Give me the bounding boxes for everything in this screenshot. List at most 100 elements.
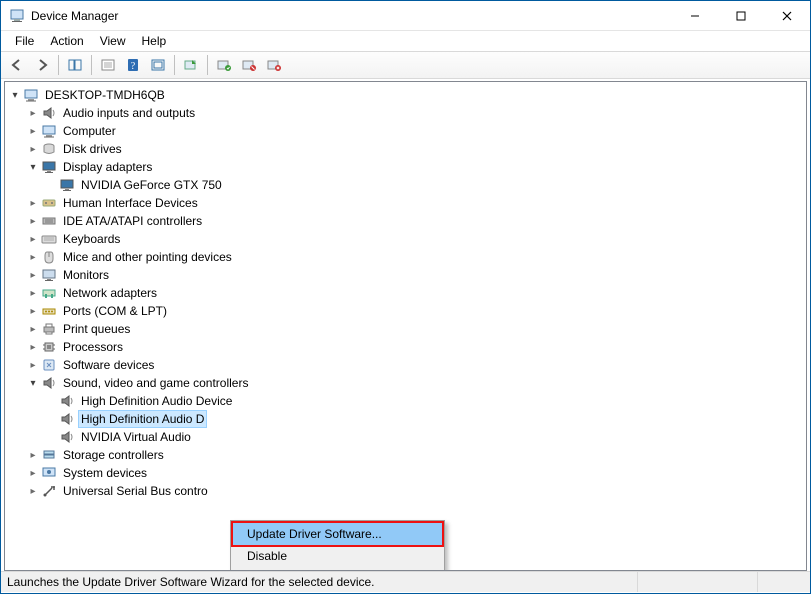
tree-node[interactable]: ▾ Sound, video and game controllers xyxy=(5,374,806,392)
ide-icon xyxy=(41,213,57,229)
chevron-right-icon[interactable]: ▸ xyxy=(27,215,39,227)
tree-node[interactable]: ▸ Processors xyxy=(5,338,806,356)
chevron-right-icon[interactable]: ▸ xyxy=(27,467,39,479)
tree-node[interactable]: ▸ Keyboards xyxy=(5,230,806,248)
tree-node-label: Network adapters xyxy=(61,285,159,301)
chevron-right-icon[interactable]: ▸ xyxy=(27,197,39,209)
context-menu-item[interactable]: Update Driver Software... xyxy=(233,523,442,545)
app-icon xyxy=(9,8,25,24)
maximize-button[interactable] xyxy=(718,1,764,31)
speaker-icon xyxy=(59,411,75,427)
toolbar-scan-button[interactable] xyxy=(179,54,203,76)
tree-node[interactable]: ▸ Print queues xyxy=(5,320,806,338)
chevron-right-icon[interactable]: ▸ xyxy=(27,449,39,461)
tree-node[interactable]: High Definition Audio Device xyxy=(5,392,806,410)
tree-node[interactable]: ▸ Human Interface Devices xyxy=(5,194,806,212)
tree-node[interactable]: ▸ System devices xyxy=(5,464,806,482)
menu-view[interactable]: View xyxy=(92,32,134,50)
usb-icon xyxy=(41,483,57,499)
chevron-right-icon[interactable]: ▸ xyxy=(27,305,39,317)
printer-icon xyxy=(41,321,57,337)
tree-node[interactable]: ▾ Display adapters xyxy=(5,158,806,176)
tree-node-label: Human Interface Devices xyxy=(61,195,200,211)
tree-node[interactable]: ▾ DESKTOP-TMDH6QB xyxy=(5,86,806,104)
chevron-right-icon[interactable]: ▸ xyxy=(27,359,39,371)
chevron-right-icon[interactable]: ▸ xyxy=(27,323,39,335)
toolbar-forward-button[interactable] xyxy=(30,54,54,76)
window-title: Device Manager xyxy=(31,9,672,23)
chevron-right-icon[interactable]: ▸ xyxy=(27,233,39,245)
chevron-right-icon[interactable]: ▸ xyxy=(27,143,39,155)
tree-node-label: NVIDIA Virtual Audio xyxy=(79,429,193,445)
chevron-right-icon[interactable]: ▸ xyxy=(27,125,39,137)
tree-node-label: IDE ATA/ATAPI controllers xyxy=(61,213,204,229)
toolbar-back-button[interactable] xyxy=(5,54,29,76)
toolbar-separator xyxy=(58,55,59,75)
tree-node[interactable]: ▸ Software devices xyxy=(5,356,806,374)
chevron-right-icon[interactable]: ▸ xyxy=(27,251,39,263)
tree-node-label: Software devices xyxy=(61,357,156,373)
computer-icon xyxy=(41,123,57,139)
tree-node[interactable]: ▸ Storage controllers xyxy=(5,446,806,464)
context-menu-item[interactable]: Uninstall xyxy=(233,567,442,571)
display-icon xyxy=(41,159,57,175)
toolbar-properties-button[interactable] xyxy=(96,54,120,76)
chevron-right-icon[interactable]: ▸ xyxy=(27,341,39,353)
tree-node-label: NVIDIA GeForce GTX 750 xyxy=(79,177,224,193)
spacer-icon xyxy=(45,179,57,191)
chevron-down-icon[interactable]: ▾ xyxy=(9,89,21,101)
network-icon xyxy=(41,285,57,301)
minimize-button[interactable] xyxy=(672,1,718,31)
tree-node[interactable]: NVIDIA GeForce GTX 750 xyxy=(5,176,806,194)
port-icon xyxy=(41,303,57,319)
context-menu-item[interactable]: Disable xyxy=(233,545,442,567)
toolbar-update-button[interactable] xyxy=(212,54,236,76)
tree-node-label: Ports (COM & LPT) xyxy=(61,303,169,319)
hid-icon xyxy=(41,195,57,211)
toolbar-disable-button[interactable] xyxy=(237,54,261,76)
tree-node[interactable]: ▸ IDE ATA/ATAPI controllers xyxy=(5,212,806,230)
system-icon xyxy=(41,465,57,481)
tree-node[interactable]: ▸ Mice and other pointing devices xyxy=(5,248,806,266)
tree-node[interactable]: ▸ Disk drives xyxy=(5,140,806,158)
chevron-right-icon[interactable]: ▸ xyxy=(27,269,39,281)
chevron-down-icon[interactable]: ▾ xyxy=(27,161,39,173)
tree-node-label: Keyboards xyxy=(61,231,122,247)
chevron-right-icon[interactable]: ▸ xyxy=(27,287,39,299)
tree-node[interactable]: ▸ Monitors xyxy=(5,266,806,284)
tree-node-label: Mice and other pointing devices xyxy=(61,249,234,265)
tree-node[interactable]: ▸ Universal Serial Bus contro xyxy=(5,482,806,500)
tree-node[interactable]: NVIDIA Virtual Audio xyxy=(5,428,806,446)
toolbar-showhide-button[interactable] xyxy=(63,54,87,76)
toolbar-separator xyxy=(91,55,92,75)
chevron-right-icon[interactable]: ▸ xyxy=(27,485,39,497)
toolbar-uninstall-button[interactable] xyxy=(262,54,286,76)
tree-node-label: Processors xyxy=(61,339,125,355)
statusbar-cell-2 xyxy=(638,572,758,592)
speaker-icon xyxy=(59,429,75,445)
tree-node[interactable]: ▸ Computer xyxy=(5,122,806,140)
toolbar-refresh-button[interactable] xyxy=(146,54,170,76)
tree-node-label: DESKTOP-TMDH6QB xyxy=(43,87,167,103)
titlebar: Device Manager xyxy=(1,1,810,31)
tree-node-label: High Definition Audio Device xyxy=(79,393,234,409)
tree-node[interactable]: ▸ Network adapters xyxy=(5,284,806,302)
tree-node[interactable]: ▸ Audio inputs and outputs xyxy=(5,104,806,122)
tree-node[interactable]: High Definition Audio D xyxy=(5,410,806,428)
toolbar-separator xyxy=(174,55,175,75)
close-button[interactable] xyxy=(764,1,810,31)
spacer-icon xyxy=(45,431,57,443)
device-tree[interactable]: ▾ DESKTOP-TMDH6QB ▸ Audio inputs and out… xyxy=(5,82,806,504)
tree-node[interactable]: ▸ Ports (COM & LPT) xyxy=(5,302,806,320)
tree-node-label: Sound, video and game controllers xyxy=(61,375,250,391)
menu-action[interactable]: Action xyxy=(42,32,91,50)
toolbar-separator xyxy=(207,55,208,75)
toolbar-help-button[interactable]: ? xyxy=(121,54,145,76)
tree-node-label: Storage controllers xyxy=(61,447,166,463)
menu-help[interactable]: Help xyxy=(134,32,175,50)
chevron-down-icon[interactable]: ▾ xyxy=(27,377,39,389)
menu-file[interactable]: File xyxy=(7,32,42,50)
chevron-right-icon[interactable]: ▸ xyxy=(27,107,39,119)
statusbar: Launches the Update Driver Software Wiza… xyxy=(1,571,810,592)
spacer-icon xyxy=(45,413,57,425)
